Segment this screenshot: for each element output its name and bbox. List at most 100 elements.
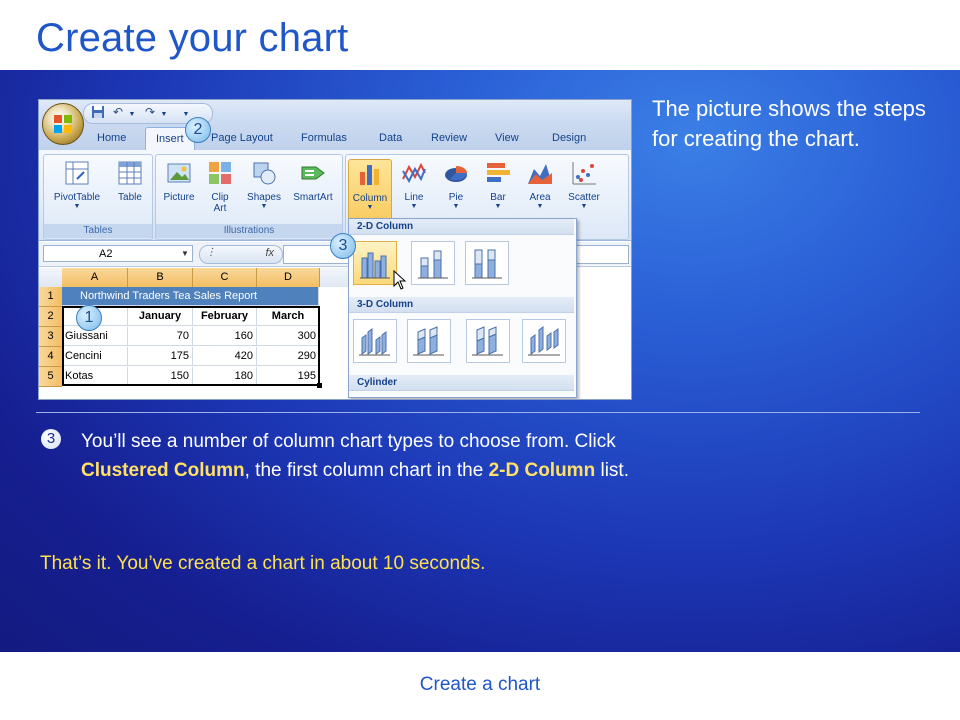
tab-data[interactable]: Data bbox=[379, 132, 402, 144]
stacked-column-icon bbox=[418, 250, 448, 279]
line-chart-button[interactable]: Line ▼ bbox=[394, 159, 434, 210]
tab-design[interactable]: Design bbox=[552, 132, 586, 144]
column-header-b[interactable]: B bbox=[128, 268, 193, 287]
table-icon bbox=[118, 161, 142, 185]
stacked-column-option[interactable] bbox=[411, 241, 455, 285]
row-header-5[interactable]: 5 bbox=[39, 367, 62, 387]
smartart-button[interactable]: SmartArt bbox=[288, 159, 338, 203]
3d-column-option[interactable] bbox=[522, 319, 566, 363]
table-cell[interactable]: 160 bbox=[193, 327, 257, 346]
3d-clustered-column-option[interactable] bbox=[353, 319, 397, 363]
gallery-section-3d-column: 3-D Column bbox=[349, 297, 574, 313]
row-header-4[interactable]: 4 bbox=[39, 347, 62, 367]
picture-button[interactable]: Picture bbox=[158, 159, 200, 203]
table-cell[interactable]: 420 bbox=[193, 347, 257, 366]
tab-view[interactable]: View bbox=[495, 132, 519, 144]
100-stacked-column-option[interactable] bbox=[465, 241, 509, 285]
picture-icon bbox=[167, 163, 191, 183]
table-row-name[interactable]: Kotas bbox=[62, 367, 128, 386]
3d-column-icon bbox=[528, 326, 560, 356]
shapes-icon bbox=[253, 162, 276, 185]
sheet-title-cell[interactable]: Northwind Traders Tea Sales Report bbox=[62, 287, 319, 306]
dropdown-arrow-icon: ▼ bbox=[536, 203, 544, 210]
divider-line bbox=[36, 412, 920, 413]
scatter-chart-button[interactable]: Scatter ▼ bbox=[562, 159, 606, 210]
scatter-chart-icon bbox=[572, 162, 596, 185]
formula-controls: ⋮ fx bbox=[199, 245, 283, 264]
row-header-2[interactable]: 2 bbox=[39, 307, 62, 327]
save-icon[interactable] bbox=[91, 105, 105, 119]
tab-formulas[interactable]: Formulas bbox=[301, 132, 347, 144]
undo-icon[interactable]: ↶ bbox=[111, 105, 125, 119]
callout-2: 2 bbox=[185, 117, 211, 143]
select-all-corner[interactable] bbox=[39, 268, 63, 287]
table-cell[interactable]: 150 bbox=[128, 367, 193, 386]
conclusion-text: That’s it. You’ve created a chart in abo… bbox=[40, 553, 486, 574]
table-row-name[interactable]: Giussani bbox=[62, 327, 128, 346]
table-row-name[interactable]: Cencini bbox=[62, 347, 128, 366]
illustrations-group: Picture Clip Art Shapes ▼ SmartArt Illus… bbox=[155, 154, 343, 240]
3d-stacked-column-option[interactable] bbox=[407, 319, 451, 363]
column-chart-gallery: 2-D Column 3-D Column Cylinder bbox=[348, 218, 577, 398]
table-cell[interactable]: 175 bbox=[128, 347, 193, 366]
bar-chart-icon bbox=[487, 163, 510, 182]
shapes-button[interactable]: Shapes ▼ bbox=[242, 159, 286, 210]
3d-stacked-column-icon bbox=[413, 326, 444, 356]
side-description: The picture shows the steps for creating… bbox=[652, 96, 926, 151]
dropdown-arrow-icon: ▼ bbox=[580, 203, 588, 210]
smartart-icon bbox=[301, 166, 325, 180]
ribbon-tabs: Home Insert Page Layout Formulas Data Re… bbox=[39, 126, 631, 150]
table-cell[interactable]: 290 bbox=[257, 347, 320, 366]
clustered-column-icon bbox=[360, 252, 390, 279]
table-cell[interactable]: 300 bbox=[257, 327, 320, 346]
table-button[interactable]: Table bbox=[112, 159, 148, 203]
clip-art-icon bbox=[209, 162, 231, 184]
column-header-c[interactable]: C bbox=[193, 268, 257, 287]
dropdown-arrow-icon: ▼ bbox=[494, 203, 502, 210]
name-box[interactable]: A2 bbox=[43, 245, 193, 262]
callout-1: 1 bbox=[76, 305, 102, 331]
100-stacked-column-icon bbox=[472, 249, 502, 279]
pie-chart-button[interactable]: Pie ▼ bbox=[436, 159, 476, 210]
name-box-dropdown-icon[interactable]: ▼ bbox=[181, 249, 189, 258]
row-header-1[interactable]: 1 bbox=[39, 287, 62, 307]
area-chart-icon bbox=[528, 164, 552, 184]
table-cell[interactable]: 195 bbox=[257, 367, 320, 386]
pie-chart-icon bbox=[445, 166, 468, 182]
formula-dots-icon: ⋮ bbox=[206, 247, 216, 258]
callout-3: 3 bbox=[330, 233, 356, 259]
redo-icon[interactable]: ↷ bbox=[143, 105, 157, 119]
gallery-section-2d-column: 2-D Column bbox=[349, 219, 574, 235]
pivottable-button[interactable]: PivotTable ▼ bbox=[46, 159, 108, 210]
tab-page-layout[interactable]: Page Layout bbox=[211, 132, 273, 144]
tables-group: PivotTable ▼ Table Tables bbox=[43, 154, 153, 240]
header-cell-march[interactable]: March bbox=[257, 307, 320, 326]
row-header-3[interactable]: 3 bbox=[39, 327, 62, 347]
table-cell[interactable]: 180 bbox=[193, 367, 257, 386]
column-header-d[interactable]: D bbox=[257, 268, 320, 287]
dropdown-arrow-icon: ▼ bbox=[452, 203, 460, 210]
office-button[interactable] bbox=[42, 103, 84, 145]
redo-dropdown-icon[interactable]: ▼ bbox=[157, 105, 171, 119]
bar-chart-button[interactable]: Bar ▼ bbox=[478, 159, 518, 210]
clip-art-button[interactable]: Clip Art bbox=[202, 159, 238, 214]
column-header-a[interactable]: A bbox=[62, 268, 128, 287]
dropdown-arrow-icon: ▼ bbox=[73, 203, 81, 210]
undo-dropdown-icon[interactable]: ▼ bbox=[125, 105, 139, 119]
tab-home[interactable]: Home bbox=[97, 132, 126, 144]
step-instruction: You’ll see a number of column chart type… bbox=[81, 431, 629, 481]
insert-function-button[interactable]: fx bbox=[265, 247, 274, 259]
header-cell-january[interactable]: January bbox=[128, 307, 193, 326]
3d-100-stacked-column-option[interactable] bbox=[466, 319, 510, 363]
dropdown-arrow-icon: ▼ bbox=[366, 204, 374, 211]
table-cell[interactable]: 70 bbox=[128, 327, 193, 346]
header-cell-february[interactable]: February bbox=[193, 307, 257, 326]
clustered-column-option[interactable] bbox=[353, 241, 397, 285]
fill-handle[interactable] bbox=[317, 383, 322, 388]
excel-screenshot: ↶ ▼ ↷ ▼ ▼ Home Insert Page Layout Formul… bbox=[38, 99, 632, 400]
tab-review[interactable]: Review bbox=[431, 132, 467, 144]
customize-toolbar-icon[interactable]: ▼ bbox=[179, 105, 193, 119]
area-chart-button[interactable]: Area ▼ bbox=[520, 159, 560, 210]
clustered-column-label: Clustered Column bbox=[81, 460, 245, 481]
dropdown-arrow-icon: ▼ bbox=[410, 203, 418, 210]
